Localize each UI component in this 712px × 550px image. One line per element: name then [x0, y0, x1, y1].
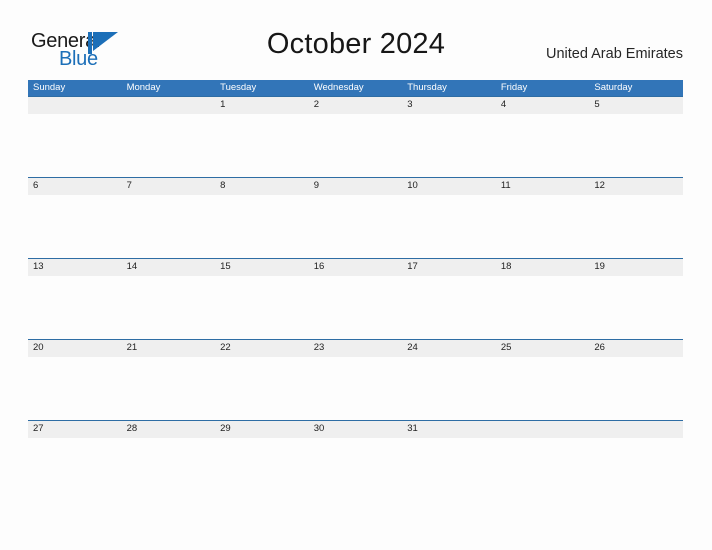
- day-cell[interactable]: 19: [589, 259, 683, 275]
- weekday-header-tuesday: Tuesday: [220, 82, 257, 93]
- day-cell[interactable]: 4: [496, 97, 590, 113]
- day-cell[interactable]: 18: [496, 259, 590, 275]
- day-cell[interactable]: 10: [402, 178, 496, 194]
- weekday-header-row: Sunday Monday Tuesday Wednesday Thursday…: [28, 80, 683, 96]
- day-cell[interactable]: [496, 421, 590, 437]
- week-content-area: [28, 114, 683, 178]
- day-cell[interactable]: 24: [402, 340, 496, 356]
- weekday-header-friday: Friday: [500, 82, 528, 93]
- calendar-grid: Sunday Monday Tuesday Wednesday Thursday…: [28, 80, 683, 502]
- day-cell[interactable]: 23: [309, 340, 403, 356]
- day-cell[interactable]: 22: [215, 340, 309, 356]
- calendar-week-row: 20 21 22 23 24 25 26: [28, 339, 683, 421]
- day-cell[interactable]: 31: [402, 421, 496, 437]
- day-cell[interactable]: 1: [215, 97, 309, 113]
- weekday-header-thursday: Thursday: [407, 82, 447, 93]
- day-cell[interactable]: 2: [309, 97, 403, 113]
- day-cell[interactable]: 26: [589, 340, 683, 356]
- week-date-band: 20 21 22 23 24 25 26: [28, 339, 683, 357]
- week-content-area: [28, 195, 683, 259]
- calendar-week-row: 13 14 15 16 17 18 19: [28, 258, 683, 340]
- day-cell[interactable]: 16: [309, 259, 403, 275]
- week-date-band: 6 7 8 9 10 11 12: [28, 177, 683, 195]
- day-cell[interactable]: 5: [589, 97, 683, 113]
- day-cell[interactable]: 14: [122, 259, 216, 275]
- day-cell[interactable]: 30: [309, 421, 403, 437]
- day-cell[interactable]: 29: [215, 421, 309, 437]
- calendar-week-row: 1 2 3 4 5: [28, 96, 683, 178]
- week-date-band: 27 28 29 30 31: [28, 420, 683, 438]
- day-cell[interactable]: 11: [496, 178, 590, 194]
- weekday-header-saturday: Saturday: [594, 82, 633, 93]
- region-label: United Arab Emirates: [545, 46, 683, 62]
- week-content-area: [28, 276, 683, 340]
- day-cell[interactable]: [122, 97, 216, 113]
- weekday-header-monday: Monday: [126, 82, 161, 93]
- day-cell[interactable]: 15: [215, 259, 309, 275]
- day-cell[interactable]: 27: [28, 421, 122, 437]
- week-content-area: [28, 357, 683, 421]
- day-cell[interactable]: 13: [28, 259, 122, 275]
- week-date-band: 1 2 3 4 5: [28, 96, 683, 114]
- day-cell[interactable]: 28: [122, 421, 216, 437]
- weekday-header-sunday: Sunday: [33, 82, 66, 93]
- day-cell[interactable]: [28, 97, 122, 113]
- calendar-week-row: 27 28 29 30 31: [28, 420, 683, 502]
- day-cell[interactable]: [589, 421, 683, 437]
- day-cell[interactable]: 9: [309, 178, 403, 194]
- week-date-band: 13 14 15 16 17 18 19: [28, 258, 683, 276]
- day-cell[interactable]: 3: [402, 97, 496, 113]
- weekday-header-wednesday: Wednesday: [313, 82, 364, 93]
- day-cell[interactable]: 17: [402, 259, 496, 275]
- day-cell[interactable]: 20: [28, 340, 122, 356]
- day-cell[interactable]: 21: [122, 340, 216, 356]
- page-header: General Blue October 2024 United Arab Em…: [0, 0, 712, 78]
- day-cell[interactable]: 8: [215, 178, 309, 194]
- day-cell[interactable]: 12: [589, 178, 683, 194]
- day-cell[interactable]: 6: [28, 178, 122, 194]
- week-content-area: [28, 438, 683, 502]
- day-cell[interactable]: 25: [496, 340, 590, 356]
- day-cell[interactable]: 7: [122, 178, 216, 194]
- calendar-week-row: 6 7 8 9 10 11 12: [28, 177, 683, 259]
